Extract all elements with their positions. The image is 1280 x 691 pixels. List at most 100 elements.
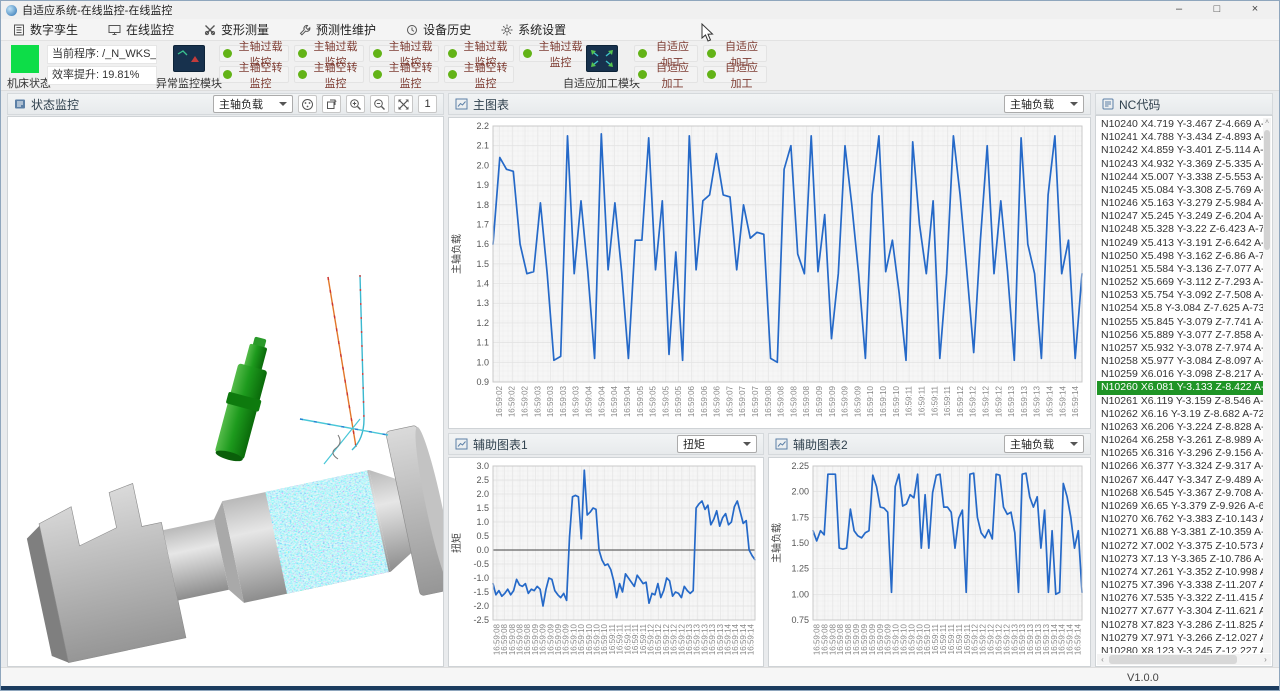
nc-code-line[interactable]: N10271 X6.88 Y-3.381 Z-10.359 A-68.711 — [1097, 526, 1263, 539]
nc-code-line[interactable]: N10253 X5.754 Y-3.092 Z-7.508 A-73.677 — [1097, 289, 1263, 302]
nc-code-line[interactable]: N10256 X5.889 Y-3.077 Z-7.858 A-73.348 — [1097, 329, 1263, 342]
menu-predictive-maintenance[interactable]: 预测性维护 — [299, 21, 376, 38]
palette-button[interactable] — [298, 95, 317, 113]
svg-text:0.0: 0.0 — [476, 545, 489, 555]
nc-code-line[interactable]: N10274 X7.261 Y-3.352 Z-10.998 A-66.67 — [1097, 566, 1263, 579]
svg-text:16:59:09: 16:59:09 — [828, 385, 837, 417]
model-viewport[interactable] — [7, 116, 444, 667]
aux-chart2-canvas[interactable]: 0.751.001.251.501.752.002.2516:59:0816:5… — [768, 457, 1091, 667]
nc-code-line[interactable]: N10265 X6.316 Y-3.296 Z-9.156 A-71.771 — [1097, 447, 1263, 460]
svg-text:16:59:04: 16:59:04 — [623, 385, 632, 417]
svg-text:16:59:11: 16:59:11 — [905, 385, 914, 416]
svg-text:-0.5: -0.5 — [473, 559, 489, 569]
aux-chart1-signal-dropdown[interactable]: 扭矩 — [677, 435, 757, 453]
nc-code-line[interactable]: N10244 X5.007 Y-3.338 Z-5.553 A-75.297 — [1097, 171, 1263, 184]
svg-text:16:59:07: 16:59:07 — [738, 385, 747, 417]
scroll-right-icon[interactable]: › — [1260, 655, 1271, 664]
adaptive-module-label: 自适应加工模块 — [563, 75, 640, 91]
nc-horizontal-scrollbar[interactable]: ‹ › — [1097, 654, 1271, 665]
close-button[interactable]: × — [1236, 1, 1274, 19]
svg-text:1.2: 1.2 — [476, 318, 489, 328]
fit-view-button[interactable] — [394, 95, 413, 113]
nc-code-line[interactable]: N10242 X4.859 Y-3.401 Z-5.114 A-75.775 — [1097, 144, 1263, 157]
nc-code-line[interactable]: N10269 X6.65 Y-3.379 Z-9.926 A-69.947 C — [1097, 500, 1263, 513]
nc-code-line[interactable]: N10247 X5.245 Y-3.249 Z-6.204 A-74.701 — [1097, 210, 1263, 223]
scroll-left-icon[interactable]: ‹ — [1097, 655, 1108, 664]
status-signal-dropdown[interactable]: 主轴负载 — [213, 95, 293, 113]
nc-code-line[interactable]: N10280 X8.123 Y-3.245 Z-12.227 A-62.23 — [1097, 645, 1263, 653]
nc-code-line[interactable]: N10245 X5.084 Y-3.308 Z-5.769 A-75.088 — [1097, 184, 1263, 197]
svg-text:16:59:02: 16:59:02 — [495, 385, 504, 417]
zoom-in-button[interactable] — [346, 95, 365, 113]
nc-code-line[interactable]: N10241 X4.788 Y-3.434 Z-4.893 A-76.062 — [1097, 131, 1263, 144]
aux-chart1-header: 辅助图表1 扭矩 — [448, 433, 764, 455]
app-window: { "window": { "title": "自适应系统-在线监控-在线监控"… — [0, 0, 1280, 691]
nc-code-line[interactable]: N10267 X6.447 Y-3.347 Z-9.489 A-71.055 — [1097, 474, 1263, 487]
nc-code-line[interactable]: N10259 X6.016 Y-3.098 Z-8.217 A-73.036 — [1097, 368, 1263, 381]
nc-code-line[interactable]: N10255 X5.845 Y-3.079 Z-7.741 A-73.458 — [1097, 316, 1263, 329]
nc-code-line[interactable]: N10262 X6.16 Y-3.19 Z-8.682 A-72.534 C — [1097, 408, 1263, 421]
nc-code-line[interactable]: N10254 X5.8 Y-3.084 Z-7.625 A-73.571 C — [1097, 302, 1263, 315]
svg-text:16:59:08: 16:59:08 — [802, 385, 811, 417]
spindle-idle-monitor-button[interactable]: 主轴空转监控 — [294, 66, 364, 83]
page-number-indicator[interactable]: 1 — [418, 95, 437, 113]
menu-online-monitoring[interactable]: 在线监控 — [108, 21, 174, 38]
zoom-out-button[interactable] — [370, 95, 389, 113]
spindle-idle-monitor-button[interactable]: 主轴空转监控 — [369, 66, 439, 83]
menu-deformation-measure[interactable]: 变形测量 — [204, 21, 269, 38]
nc-code-line[interactable]: N10248 X5.328 Y-3.22 Z-6.423 A-74.52 C — [1097, 223, 1263, 236]
adaptive-module-icon[interactable] — [586, 45, 618, 72]
scroll-up-icon[interactable]: ˄ — [1263, 118, 1271, 128]
nc-code-line[interactable]: N10276 X7.535 Y-3.322 Z-11.415 A-65.22 — [1097, 592, 1263, 605]
nc-code-line[interactable]: N10277 X7.677 Y-3.304 Z-11.621 A-64.48 — [1097, 605, 1263, 618]
nc-code-line[interactable]: N10240 X4.719 Y-3.467 Z-4.669 A-76.396 — [1097, 118, 1263, 131]
nc-code-line[interactable]: N10266 X6.377 Y-3.324 Z-9.317 A-71.443 — [1097, 460, 1263, 473]
nc-code-line[interactable]: N10272 X7.002 Y-3.375 Z-10.573 A-68.05 — [1097, 540, 1263, 553]
nc-code-line[interactable]: N10251 X5.584 Y-3.136 Z-7.077 A-74.012 — [1097, 263, 1263, 276]
nc-code-line[interactable]: N10268 X6.545 Y-3.367 Z-9.708 A-70.519 — [1097, 487, 1263, 500]
svg-text:扭矩: 扭矩 — [450, 533, 463, 553]
nc-vertical-scrollbar[interactable]: ˄ — [1263, 118, 1271, 653]
menu-system-settings[interactable]: 系统设置 — [501, 21, 566, 38]
spindle-idle-monitor-button[interactable]: 主轴空转监控 — [219, 66, 289, 83]
adaptive-machining-button[interactable]: 自适应加工 — [634, 66, 698, 83]
svg-text:1.5: 1.5 — [476, 503, 489, 513]
anomaly-module-icon[interactable] — [173, 45, 205, 72]
scrollbar-thumb[interactable] — [1109, 655, 1237, 664]
nc-code-line[interactable]: N10258 X5.977 Y-3.084 Z-8.097 A-73.138 — [1097, 355, 1263, 368]
line-chart-icon — [455, 438, 468, 450]
svg-text:16:59:02: 16:59:02 — [508, 385, 517, 417]
spindle-idle-monitor-button[interactable]: 主轴空转监控 — [444, 66, 514, 83]
minimize-button[interactable]: – — [1160, 1, 1198, 19]
menu-device-history[interactable]: 设备历史 — [406, 21, 471, 38]
nc-code-line[interactable]: N10270 X6.762 Y-3.383 Z-10.143 A-69.34 — [1097, 513, 1263, 526]
nc-code-line[interactable]: N10250 X5.498 Y-3.162 Z-6.86 A-74.178 C — [1097, 250, 1263, 263]
nc-code-line[interactable]: N10260 X6.081 Y-3.133 Z-8.422 A-72.835 — [1097, 381, 1263, 394]
nc-code-line[interactable]: N10243 X4.932 Y-3.369 Z-5.335 A-75.523 — [1097, 158, 1263, 171]
nc-code-line[interactable]: N10252 X5.669 Y-3.112 Z-7.293 A-73.844 — [1097, 276, 1263, 289]
nc-code-line[interactable]: N10264 X6.258 Y-3.261 Z-8.989 A-72.072 — [1097, 434, 1263, 447]
nc-code-line[interactable]: N10249 X5.413 Y-3.191 Z-6.642 A-74.346 — [1097, 237, 1263, 250]
nc-code-line[interactable]: N10246 X5.163 Y-3.279 Z-5.984 A-74.892 — [1097, 197, 1263, 210]
svg-text:16:59:10: 16:59:10 — [879, 385, 888, 417]
menu-digital-twin[interactable]: 数字孪生 — [13, 21, 78, 38]
nc-code-line[interactable]: N10279 X7.971 Y-3.266 Z-12.027 A-62.98 — [1097, 632, 1263, 645]
nc-code-line[interactable]: N10263 X6.206 Y-3.224 Z-8.828 A-72.33 C — [1097, 421, 1263, 434]
spindle-overload-monitor-button[interactable]: 主轴过载监控 — [519, 45, 589, 62]
main-chart-canvas[interactable]: 0.91.01.11.21.31.41.51.61.71.81.92.02.12… — [448, 117, 1091, 429]
maximize-button[interactable]: □ — [1198, 1, 1236, 19]
nc-code-line[interactable]: N10278 X7.823 Y-3.286 Z-11.825 A-63.73 — [1097, 619, 1263, 632]
nc-code-line[interactable]: N10257 X5.932 Y-3.078 Z-7.974 A-73.243 — [1097, 342, 1263, 355]
aux-chart1-title: 辅助图表1 — [473, 436, 528, 453]
adaptive-machining-button[interactable]: 自适应加工 — [703, 66, 767, 83]
nc-code-line[interactable]: N10275 X7.396 Y-3.338 Z-11.207 A-65.95 — [1097, 579, 1263, 592]
nc-code-line[interactable]: N10273 X7.13 Y-3.365 Z-10.786 A-67.372 — [1097, 553, 1263, 566]
rotate-view-button[interactable] — [322, 95, 341, 113]
nc-code-line[interactable]: N10261 X6.119 Y-3.159 Z-8.546 A-72.701 — [1097, 395, 1263, 408]
scrollbar-thumb[interactable] — [1264, 130, 1270, 250]
aux-chart2-signal-dropdown[interactable]: 主轴负载 — [1004, 435, 1084, 453]
svg-text:1.0: 1.0 — [476, 357, 489, 367]
aux-chart1-canvas[interactable]: -2.5-2.0-1.5-1.0-0.50.00.51.01.52.02.53.… — [448, 457, 764, 667]
main-chart-signal-dropdown[interactable]: 主轴负载 — [1004, 95, 1084, 113]
svg-text:主轴负载: 主轴负载 — [770, 523, 783, 563]
